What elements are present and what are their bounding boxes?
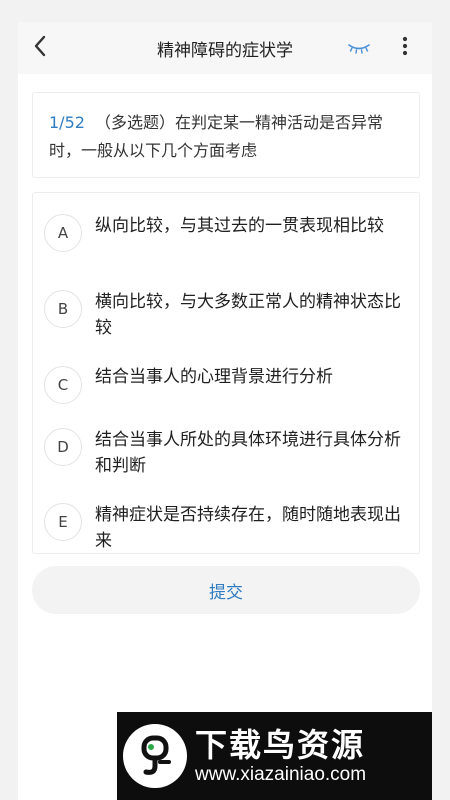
option-a[interactable]: A 纵向比较，与其过去的一贯表现相比较 — [33, 201, 421, 271]
submit-button[interactable]: 提交 — [32, 566, 420, 614]
watermark-banner: 下载鸟资源 www.xiazainiao.com — [117, 712, 432, 800]
option-letter: B — [44, 290, 82, 328]
option-text: 结合当事人的心理背景进行分析 — [95, 367, 333, 387]
question-card: 1/52 （多选题）在判定某一精神活动是否异常时，一般从以下几个方面考虑 — [32, 92, 420, 178]
watermark-title: 下载鸟资源 — [195, 726, 366, 764]
eye-closed-icon — [346, 43, 372, 62]
option-e[interactable]: E 精神症状是否持续存在，随时随地表现出来 — [33, 490, 421, 560]
option-d[interactable]: D 结合当事人所处的具体环境进行具体分析和判断 — [33, 415, 421, 485]
top-bar: 精神障碍的症状学 — [18, 22, 432, 74]
option-text: 精神症状是否持续存在，随时随地表现出来 — [95, 505, 401, 551]
more-options-button[interactable] — [392, 34, 418, 62]
option-text: 横向比较，与大多数正常人的精神状态比较 — [95, 292, 401, 338]
question-text: （多选题）在判定某一精神活动是否异常时，一般从以下几个方面考虑 — [49, 113, 383, 160]
option-letter: E — [44, 503, 82, 541]
option-text: 纵向比较，与其过去的一贯表现相比较 — [95, 216, 384, 236]
more-vertical-icon — [402, 36, 408, 60]
watermark-url: www.xiazainiao.com — [195, 764, 367, 785]
option-letter: A — [44, 214, 82, 252]
option-letter: C — [44, 366, 82, 404]
bird-logo-icon — [123, 724, 187, 788]
option-text: 结合当事人所处的具体环境进行具体分析和判断 — [95, 430, 401, 476]
option-b[interactable]: B 横向比较，与大多数正常人的精神状态比较 — [33, 277, 421, 347]
question-number: 1/52 — [49, 113, 85, 132]
option-letter: D — [44, 428, 82, 466]
app-screen: 精神障碍的症状学 1/52 （多选题）在判定某一精神活动是否异常时，一般从以下几… — [18, 22, 432, 800]
options-list: A 纵向比较，与其过去的一贯表现相比较 B 横向比较，与大多数正常人的精神状态比… — [32, 192, 420, 554]
toggle-eye-button[interactable] — [346, 38, 372, 58]
option-c[interactable]: C 结合当事人的心理背景进行分析 — [33, 353, 421, 423]
